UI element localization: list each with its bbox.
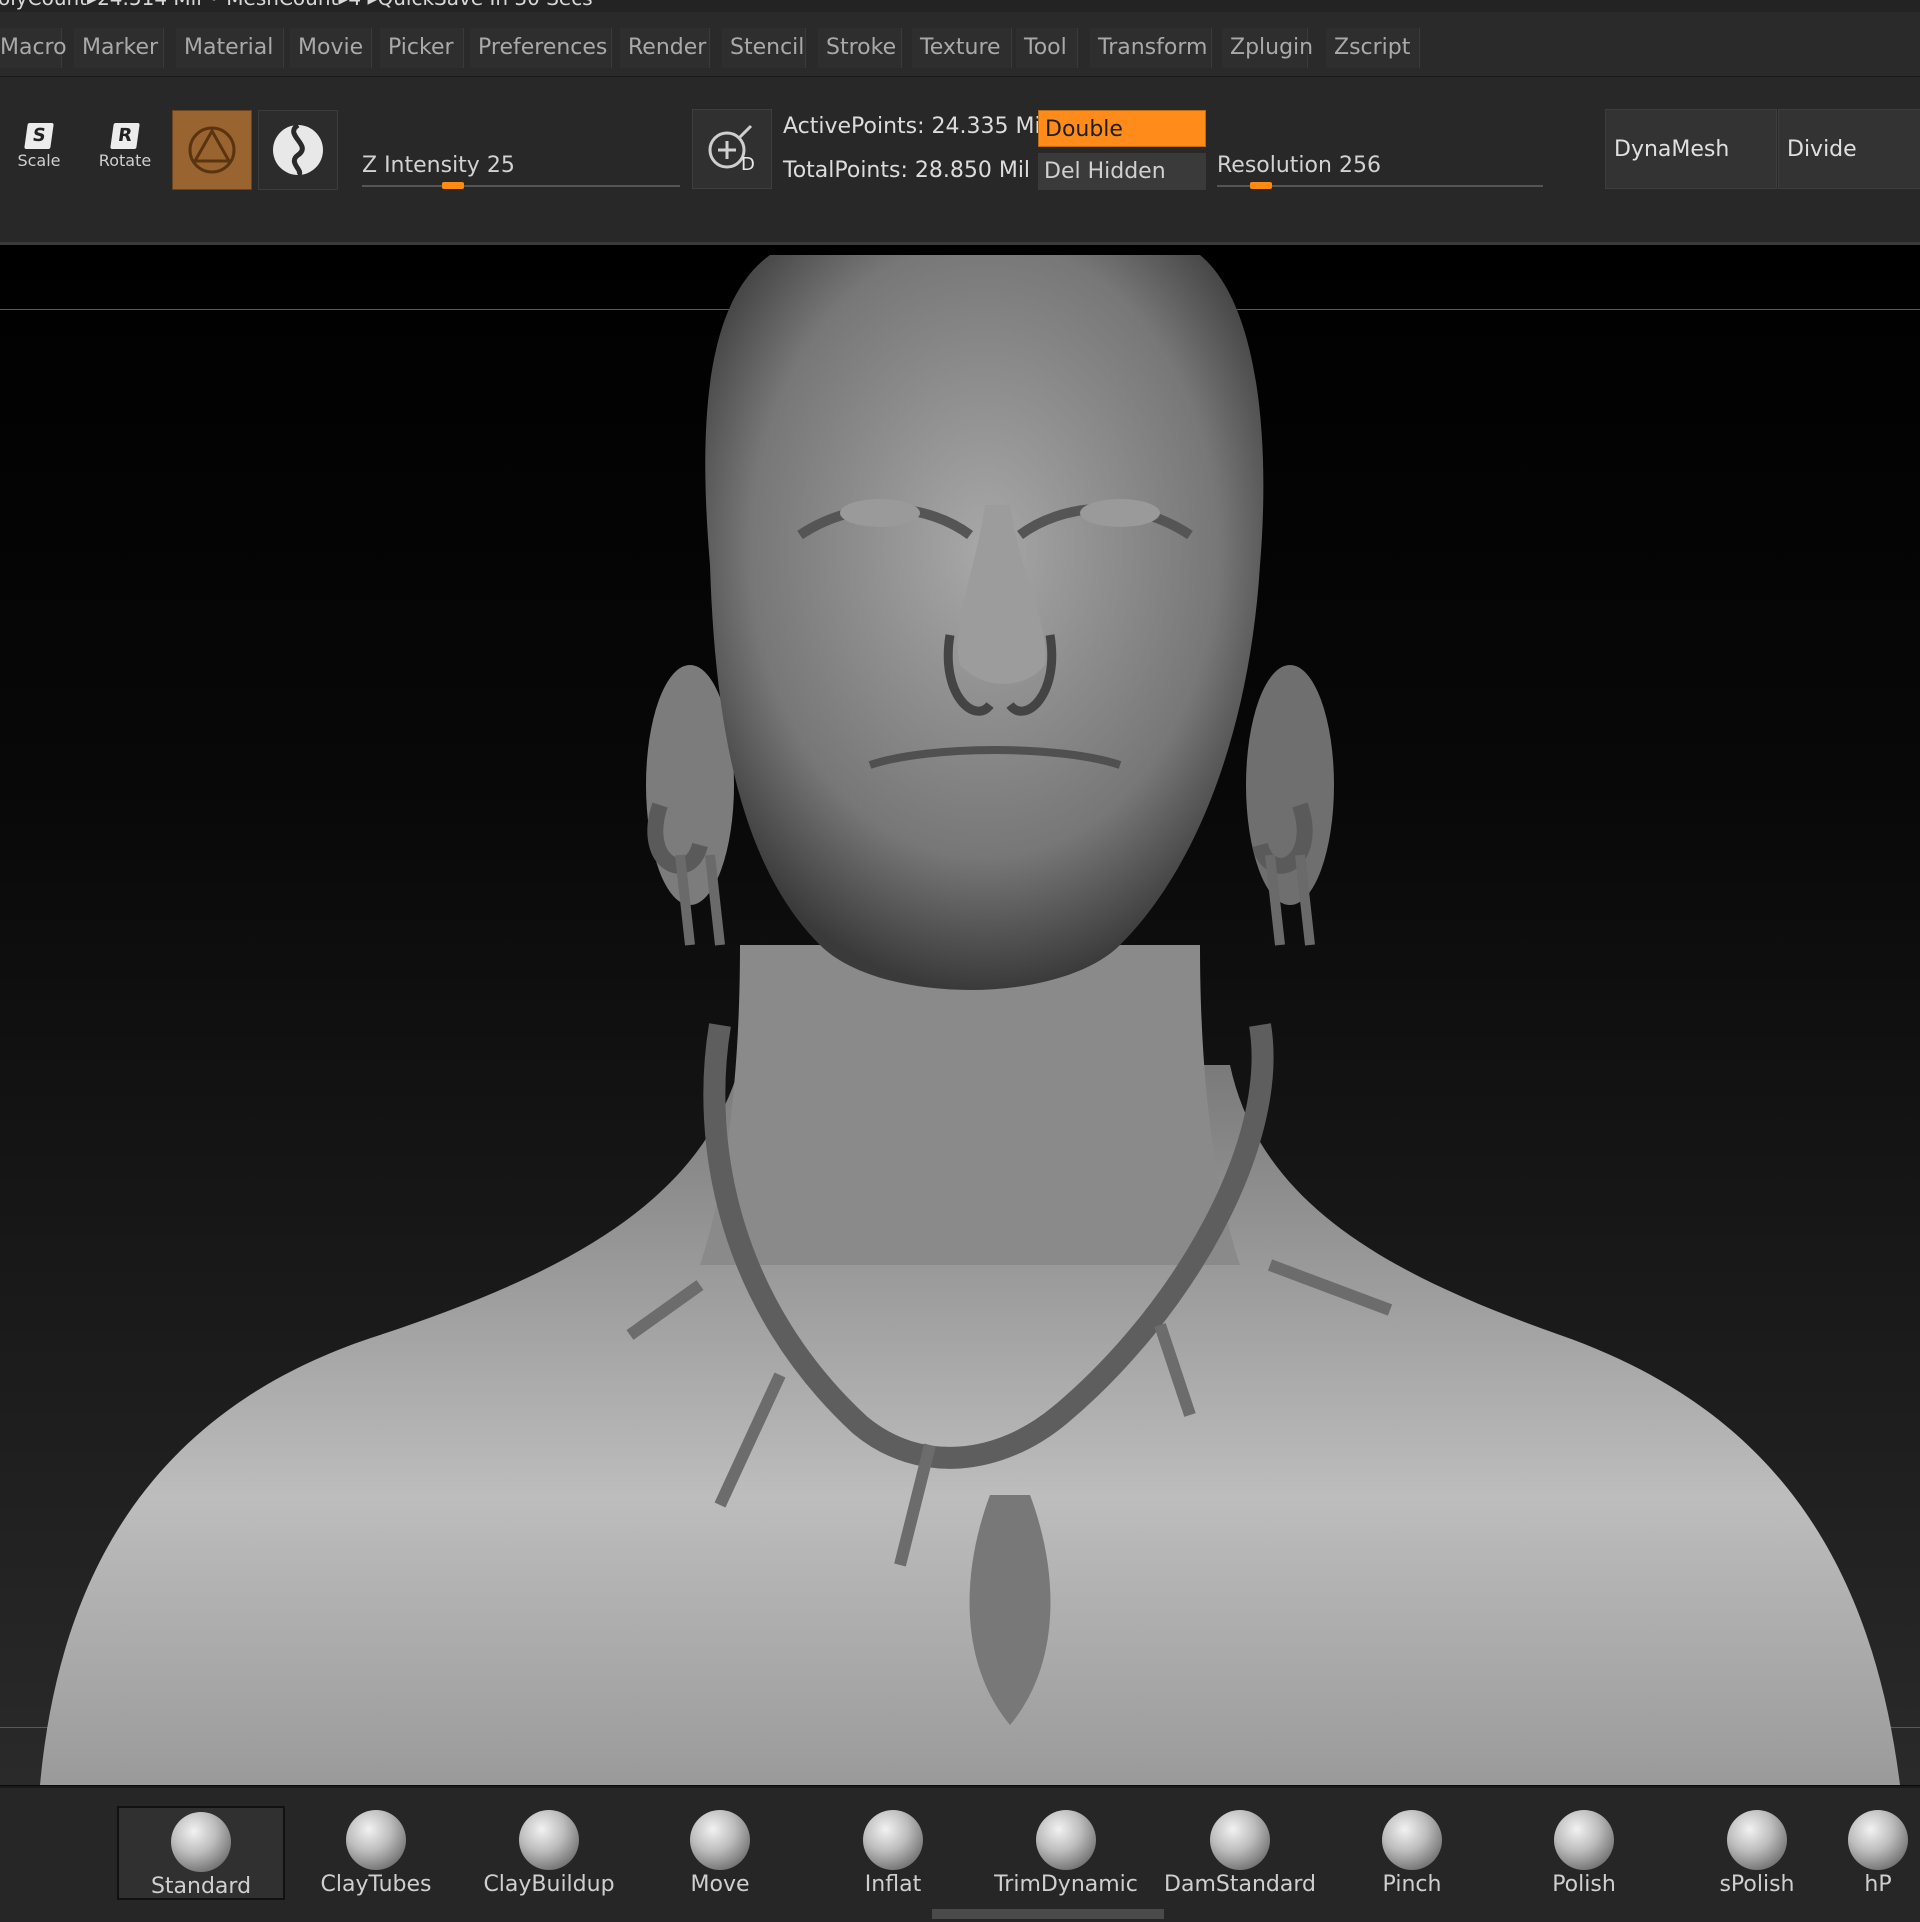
rotate-button[interactable]: R Rotate [86,109,164,189]
resolution-label: Resolution [1217,153,1332,178]
menu-stroke[interactable]: Stroke [818,28,902,68]
shelf-scroll-handle[interactable] [932,1909,1164,1919]
brush-damstandard[interactable]: DamStandard [1156,1806,1324,1900]
damstandard-brush-icon [1210,1810,1270,1870]
menu-material[interactable]: Material [176,28,284,68]
zadd-button[interactable]: D [692,109,772,189]
claybuildup-brush-icon [519,1810,579,1870]
brush-label: TrimDynamic [994,1872,1138,1897]
brush-polish[interactable]: Polish [1500,1806,1668,1900]
resolution-value: 256 [1338,153,1381,178]
sculptris-button[interactable] [258,110,338,190]
menu-transform[interactable]: Transform [1090,28,1212,68]
brush-standard[interactable]: Standard [117,1806,285,1900]
menu-zscript[interactable]: Zscript [1326,28,1420,68]
brush-label: sPolish [1719,1872,1795,1897]
brush-label: Move [690,1872,750,1897]
brush-label: Inflat [864,1872,922,1897]
brush-hpolish[interactable]: hP [1836,1806,1920,1900]
spolish-brush-icon [1727,1810,1787,1870]
brush-spolish[interactable]: sPolish [1673,1806,1841,1900]
resolution-knob[interactable] [1249,182,1272,189]
z-intensity-label: Z Intensity [362,153,480,178]
brush-label: DamStandard [1164,1872,1316,1897]
scale-button[interactable]: S Scale [0,109,78,189]
brush-label: Polish [1552,1872,1616,1897]
brush-label: hP [1864,1872,1892,1897]
menu-picker[interactable]: Picker [380,28,464,68]
menu-macro[interactable]: Macro [0,28,67,68]
sculpt-model [40,255,1900,1785]
z-intensity-track [362,185,680,187]
polish-brush-icon [1554,1810,1614,1870]
draw-mode-icon [188,126,236,174]
canvas-viewport[interactable] [0,245,1920,1785]
menu-bar: Macro Marker Material Movie Picker Prefe… [0,12,1920,77]
divide-button[interactable]: Divide [1778,109,1920,189]
del-hidden-button[interactable]: Del Hidden [1038,153,1206,190]
z-intensity-knob[interactable] [441,182,464,189]
total-points-readout: TotalPoints: 28.850 Mil [783,158,1031,183]
rotate-label: Rotate [98,151,152,170]
sculptris-icon [273,122,323,178]
brush-pinch[interactable]: Pinch [1328,1806,1496,1900]
brush-move[interactable]: Move [636,1806,804,1900]
status-text: olyCount▸24.514 Mil • MeshCount▸4 ▸Quick… [0,0,593,10]
trimdynamic-brush-icon [1036,1810,1096,1870]
hpolish-brush-icon [1848,1810,1908,1870]
brush-label: ClayBuildup [483,1872,615,1897]
brush-claybuildup[interactable]: ClayBuildup [465,1806,633,1900]
brush-label: Standard [150,1874,252,1899]
rotate-icon: R [110,123,140,149]
pinch-brush-icon [1382,1810,1442,1870]
menu-stencil[interactable]: Stencil [722,28,806,68]
claytubes-brush-icon [346,1810,406,1870]
scale-label: Scale [17,151,61,170]
menu-texture[interactable]: Texture [912,28,1012,68]
move-brush-icon [690,1810,750,1870]
brush-shelf: Standard ClayTubes ClayBuildup Move Infl… [0,1786,1920,1922]
brush-claytubes[interactable]: ClayTubes [292,1806,460,1900]
menu-movie[interactable]: Movie [290,28,372,68]
menu-zplugin[interactable]: Zplugin [1222,28,1313,68]
scale-icon: S [24,123,54,149]
toolbar: S Scale R Rotate Z Intensity 25 D Active… [0,77,1920,245]
standard-brush-icon [171,1812,231,1872]
dynamesh-button[interactable]: DynaMesh [1605,109,1777,189]
status-bar: olyCount▸24.514 Mil • MeshCount▸4 ▸Quick… [0,0,1920,12]
menu-marker[interactable]: Marker [74,28,164,68]
svg-text:D: D [741,154,755,175]
brush-inflat[interactable]: Inflat [809,1806,977,1900]
z-intensity-value: 25 [486,153,515,178]
inflat-brush-icon [863,1810,923,1870]
menu-preferences[interactable]: Preferences [470,28,612,68]
brush-trimdynamic[interactable]: TrimDynamic [982,1806,1150,1900]
draw-mode-button[interactable] [172,110,252,190]
menu-render[interactable]: Render [620,28,710,68]
brush-label: ClayTubes [320,1872,432,1897]
brush-mode-icon: D [708,124,755,175]
active-points-readout: ActivePoints: 24.335 Mil [783,114,1047,139]
brush-label: Pinch [1382,1872,1442,1897]
double-button[interactable]: Double [1038,110,1206,147]
menu-tool[interactable]: Tool [1016,28,1078,68]
